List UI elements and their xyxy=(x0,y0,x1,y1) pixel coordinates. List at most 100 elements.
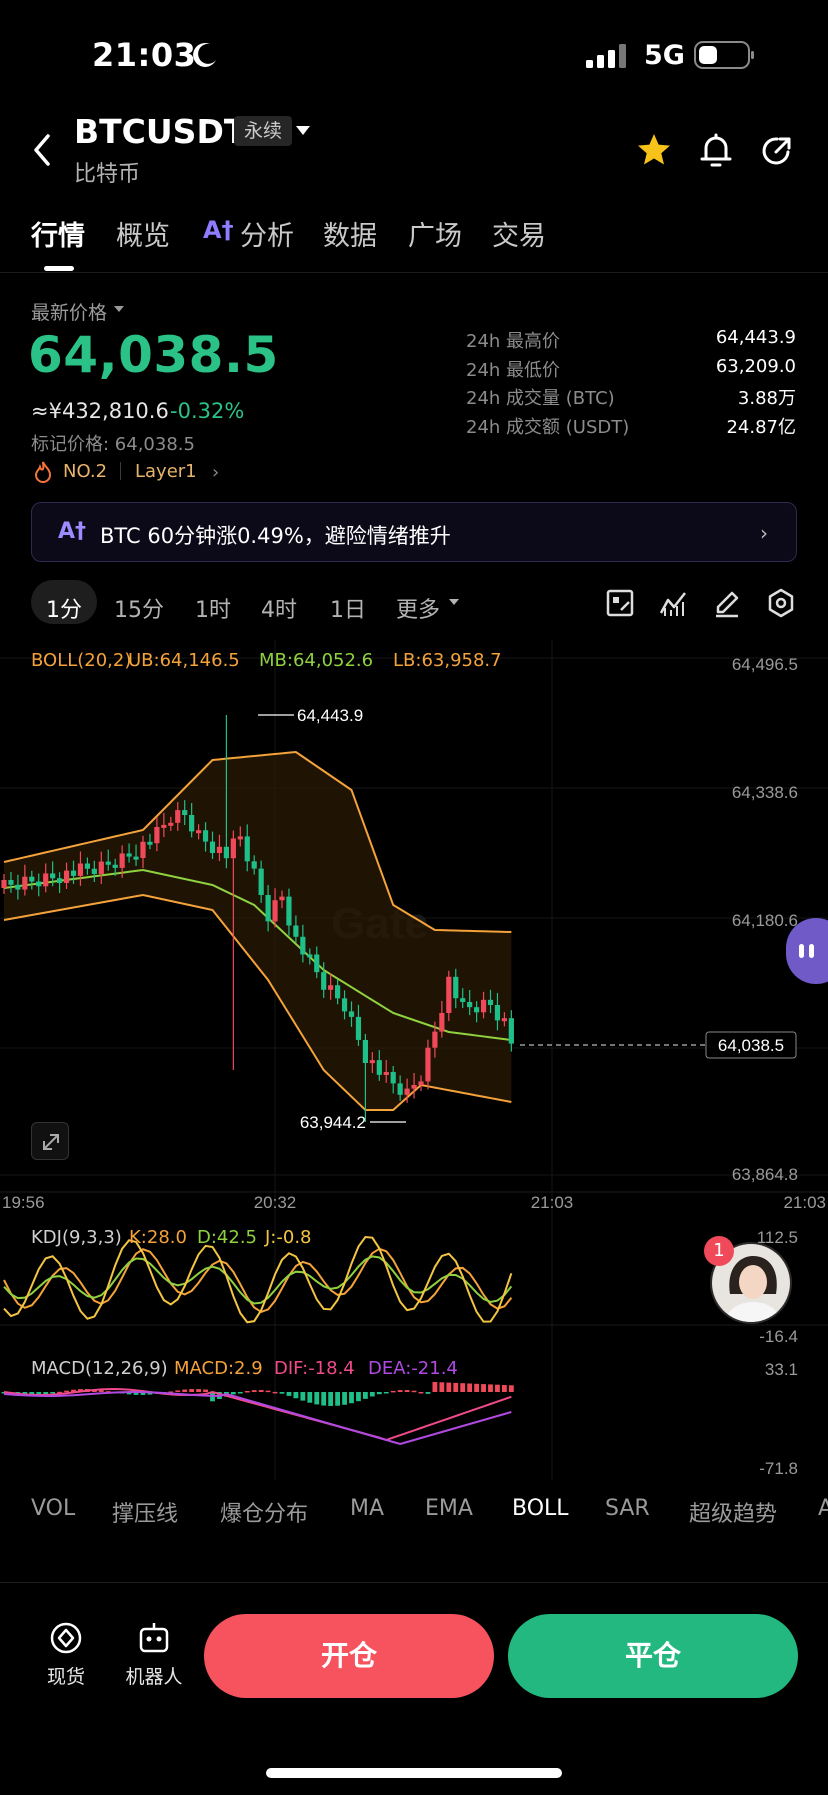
tab-data[interactable]: 数据 xyxy=(323,214,377,253)
latest-price-label[interactable]: 最新价格 xyxy=(31,298,107,325)
boll-ub-label: UB:64,146.5 xyxy=(128,650,240,671)
floating-drawer-handle[interactable] xyxy=(786,918,828,984)
macd-bar xyxy=(488,1384,493,1392)
signal-icon xyxy=(586,44,626,68)
gear-icon[interactable] xyxy=(766,588,796,618)
macd-bar xyxy=(328,1392,334,1406)
indicator-ma[interactable]: MA xyxy=(350,1496,384,1521)
chevron-down-icon[interactable] xyxy=(449,599,459,605)
draw-pen-icon[interactable] xyxy=(712,588,742,618)
candle-body xyxy=(439,1013,445,1032)
indicator-support-resistance[interactable]: 撑压线 xyxy=(112,1496,178,1528)
candle-body xyxy=(480,999,487,1013)
macd-bar xyxy=(321,1392,327,1406)
candle-body xyxy=(202,830,209,842)
candle-body xyxy=(293,925,299,937)
macd-bar xyxy=(203,1389,208,1392)
candle-body xyxy=(105,861,111,865)
indicator-sar[interactable]: SAR xyxy=(605,1496,650,1521)
macd-bar xyxy=(196,1389,201,1392)
y-axis-tick: 63,864.8 xyxy=(732,1165,798,1184)
timeframe-more[interactable]: 更多 xyxy=(396,592,440,624)
x-axis-tick: 21:03 xyxy=(531,1193,574,1212)
macd-bar xyxy=(265,1390,271,1393)
ai-insight-banner[interactable]: A† BTC 60分钟涨0.49%，避险情绪推升 › xyxy=(31,502,797,562)
indicator-boll[interactable]: BOLL xyxy=(512,1496,569,1521)
candle-body xyxy=(244,836,250,862)
macd-bar xyxy=(50,1392,56,1394)
macd-bar xyxy=(418,1391,424,1394)
candle-body xyxy=(36,881,42,887)
kdj-k-label: K:28.0 xyxy=(129,1227,187,1248)
candlestick-chart[interactable]: Gate 64,496.564,338.664,180.663,864.8112… xyxy=(0,640,828,1480)
star-icon[interactable] xyxy=(636,132,672,168)
tab-analysis[interactable]: 分析 xyxy=(240,214,294,253)
timeframe-1d[interactable]: 1日 xyxy=(330,592,366,624)
timeframe-1h[interactable]: 1时 xyxy=(195,592,231,624)
candle-body xyxy=(508,1018,514,1044)
bell-icon[interactable] xyxy=(698,132,734,170)
indicator-icon[interactable] xyxy=(658,588,688,618)
indicator-ema[interactable]: EMA xyxy=(425,1496,473,1521)
candle-body xyxy=(446,976,452,1013)
macd-dif-value: DIF:-18.4 xyxy=(274,1358,355,1379)
stat-high-value: 64,443.9 xyxy=(715,327,796,348)
macd-bar xyxy=(237,1392,243,1394)
share-icon[interactable] xyxy=(760,134,794,168)
chart-settings-icon[interactable] xyxy=(605,588,635,618)
candle-body xyxy=(362,1039,368,1063)
network-label: 5G xyxy=(644,40,685,71)
macd-bar xyxy=(390,1390,396,1393)
macd-bar xyxy=(189,1389,195,1392)
candle-body xyxy=(348,1011,355,1017)
close-position-button[interactable]: 平仓 xyxy=(508,1614,798,1698)
candle-body xyxy=(397,1083,403,1095)
symbol-dropdown-icon[interactable] xyxy=(296,126,310,135)
timeframe-15m[interactable]: 15分 xyxy=(114,592,164,624)
x-axis-tick: 20:32 xyxy=(254,1193,297,1212)
indicator-liquidation[interactable]: 爆仓分布 xyxy=(220,1496,308,1528)
candle-body xyxy=(1,880,7,888)
tab-square[interactable]: 广场 xyxy=(408,214,462,253)
tab-market[interactable]: 行情 xyxy=(31,214,85,253)
bottom-divider xyxy=(0,1582,828,1583)
symbol-title[interactable]: BTCUSDT xyxy=(74,112,246,151)
macd-dea-value: DEA:-21.4 xyxy=(368,1358,458,1379)
candle-body xyxy=(175,810,181,823)
candle-body xyxy=(126,853,132,857)
sector-label[interactable]: Layer1 xyxy=(135,461,197,482)
x-axis-tick: 21:03 xyxy=(783,1193,826,1212)
timeframe-4h[interactable]: 4时 xyxy=(261,592,297,624)
tab-overview[interactable]: 概览 xyxy=(116,214,170,253)
candle-body xyxy=(161,824,167,828)
candle-body xyxy=(272,900,278,922)
candle-body xyxy=(216,846,223,853)
indicator-more[interactable]: A xyxy=(818,1496,828,1521)
indicator-vol[interactable]: VOL xyxy=(31,1496,75,1521)
spot-button[interactable]: 现货 xyxy=(44,1620,88,1689)
active-tab-indicator xyxy=(44,266,74,271)
macd-bar xyxy=(349,1392,354,1404)
stat-volume-label: 24h 成交量 (BTC) xyxy=(466,388,615,409)
last-price: 64,038.5 xyxy=(28,326,279,384)
macd-bar xyxy=(383,1392,389,1394)
macd-bar xyxy=(425,1392,431,1394)
macd-bar xyxy=(251,1390,257,1392)
expand-icon xyxy=(43,1134,59,1150)
x-axis-tick: 19:56 xyxy=(2,1193,45,1212)
open-position-button[interactable]: 开仓 xyxy=(204,1614,494,1698)
macd-label: MACD(12,26,9) xyxy=(31,1358,168,1379)
price-type-dropdown-icon[interactable] xyxy=(114,306,124,312)
home-indicator xyxy=(266,1768,562,1778)
chevron-right-icon[interactable]: › xyxy=(212,462,219,483)
robot-button[interactable]: 机器人 xyxy=(122,1620,186,1689)
candle-body xyxy=(147,841,153,845)
tab-trade[interactable]: 交易 xyxy=(492,214,546,253)
timeframe-1m[interactable]: 1分 xyxy=(46,592,82,624)
kdj-d-line xyxy=(3,1255,513,1305)
candle-body xyxy=(168,822,174,826)
rank-label[interactable]: NO.2 xyxy=(63,461,107,482)
fullscreen-button[interactable] xyxy=(31,1122,69,1160)
back-icon[interactable] xyxy=(28,130,58,170)
indicator-supertrend[interactable]: 超级趋势 xyxy=(689,1496,777,1528)
